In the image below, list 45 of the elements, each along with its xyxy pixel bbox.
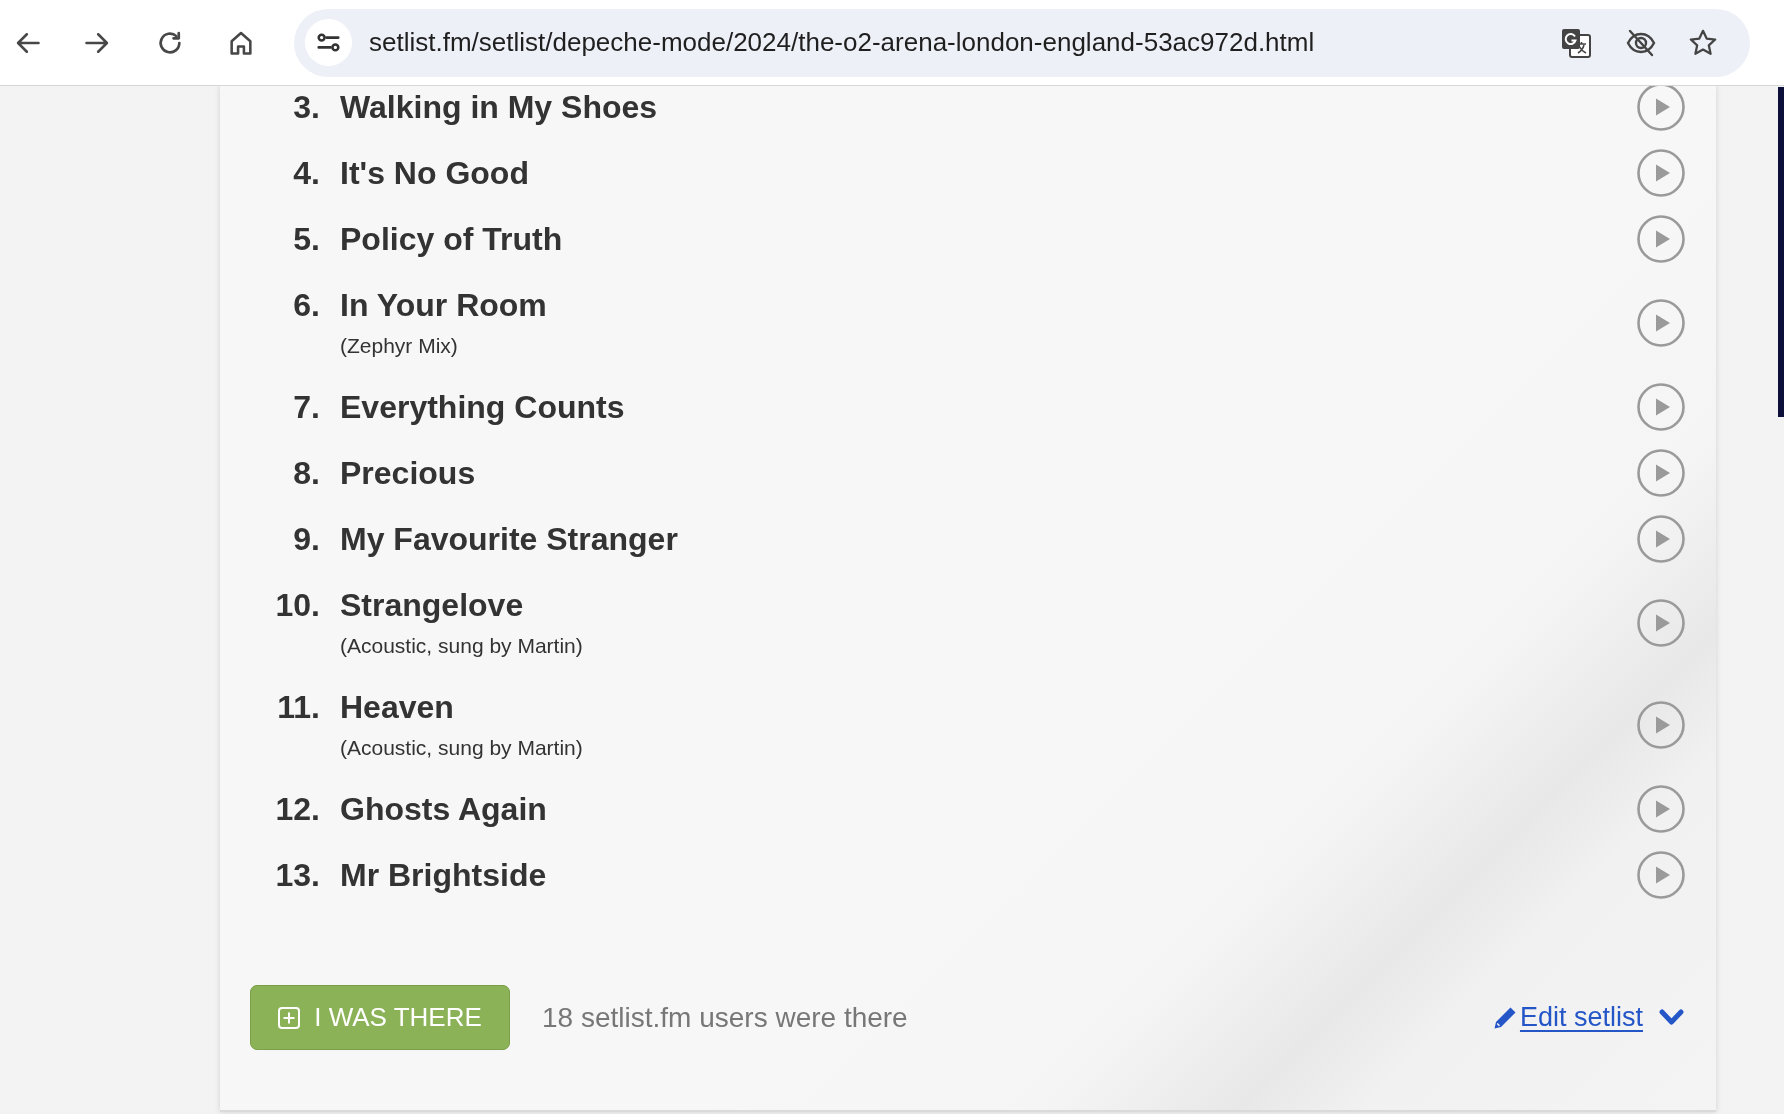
play-icon[interactable]	[1637, 851, 1685, 899]
song-number: 9.	[293, 520, 320, 559]
chevron-down-icon[interactable]	[1659, 1009, 1684, 1026]
play-icon[interactable]	[1637, 515, 1685, 563]
play-icon[interactable]	[1637, 701, 1685, 749]
play-icon[interactable]	[1637, 785, 1685, 833]
song-title: Precious	[340, 454, 476, 493]
song-number: 3.	[293, 88, 320, 127]
play-icon[interactable]	[1637, 149, 1685, 197]
song-note: (Acoustic, sung by Martin)	[340, 735, 583, 761]
play-icon[interactable]	[1637, 449, 1685, 497]
play-icon[interactable]	[1637, 86, 1685, 131]
song-number: 6.	[293, 286, 320, 325]
song-title: It's No Good	[340, 154, 529, 193]
song-number: 11.	[277, 688, 320, 727]
song-title: Everything Counts	[340, 388, 625, 427]
song-number: 8.	[293, 454, 320, 493]
song-note: (Zephyr Mix)	[340, 333, 458, 359]
translate-icon[interactable]	[1560, 26, 1592, 59]
song-note: (Acoustic, sung by Martin)	[340, 633, 583, 659]
song-title: In Your Room	[340, 286, 547, 325]
address-bar[interactable]: setlist.fm/setlist/depeche-mode/2024/the-o2-arena-london-england-53ac972d.html	[294, 8, 1750, 77]
song-title: Heaven	[340, 688, 454, 727]
song-title: Ghosts Again	[340, 790, 547, 829]
song-title: Policy of Truth	[340, 220, 563, 259]
song-title: My Favourite Stranger	[340, 520, 678, 559]
play-icon[interactable]	[1637, 599, 1685, 647]
edit-setlist-link[interactable]: Edit setlist	[1519, 997, 1643, 1038]
pencil-icon[interactable]	[1492, 1005, 1517, 1030]
attendance-count: 18 setlist.fm users were there	[542, 1000, 908, 1035]
star-icon[interactable]	[1688, 27, 1718, 58]
song-number: 12.	[275, 790, 320, 829]
plus-square-icon	[278, 1006, 301, 1029]
play-icon[interactable]	[1637, 383, 1685, 431]
song-number: 7.	[293, 388, 320, 427]
play-icon[interactable]	[1637, 215, 1685, 263]
song-title: Mr Brightside	[340, 856, 547, 895]
song-title: Strangelove	[340, 586, 524, 625]
song-title: Walking in My Shoes	[340, 88, 658, 127]
song-number: 13.	[275, 856, 320, 895]
song-number: 4.	[293, 154, 320, 193]
site-settings-icon[interactable]	[305, 19, 352, 66]
song-number: 5.	[293, 220, 320, 259]
song-number: 10.	[275, 586, 320, 625]
play-icon[interactable]	[1637, 299, 1685, 347]
